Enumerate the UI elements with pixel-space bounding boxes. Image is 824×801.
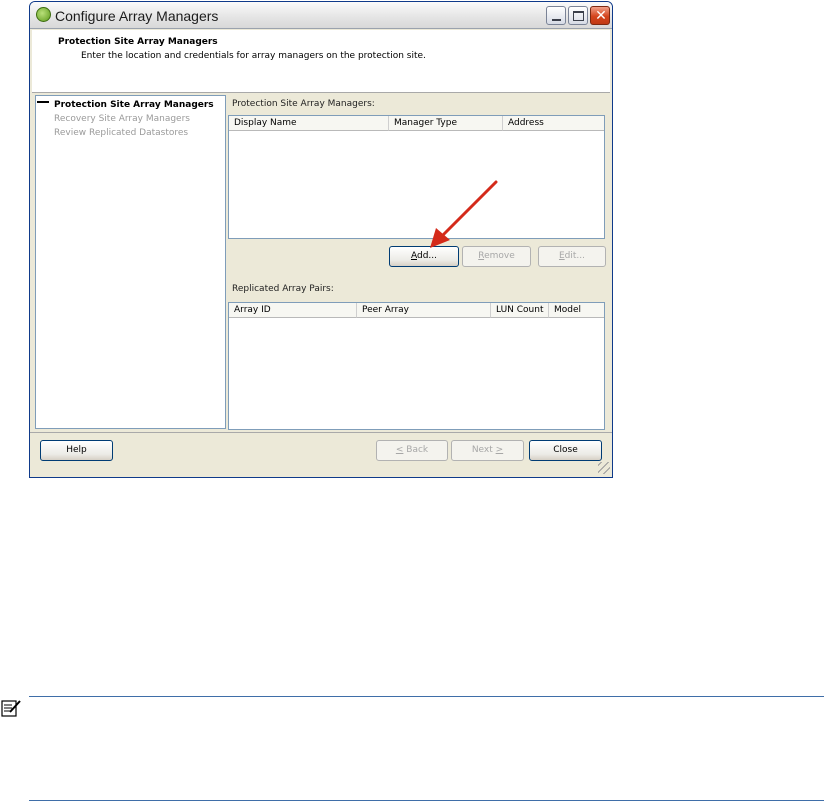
note-rule-top — [29, 696, 824, 697]
maximize-icon — [573, 11, 584, 21]
column-model[interactable]: Model — [549, 303, 604, 318]
resize-grip-icon[interactable] — [598, 462, 610, 474]
next-label: Next — [471, 445, 496, 455]
app-icon — [36, 7, 51, 22]
back-button[interactable]: < Back — [376, 440, 448, 461]
nav-step-protection-site[interactable]: Protection Site Array Managers — [54, 100, 214, 110]
column-manager-type[interactable]: Manager Type — [389, 116, 503, 131]
nav-step-review-datastores[interactable]: Review Replicated Datastores — [54, 128, 188, 138]
arrow-icon — [430, 180, 498, 248]
header-title: Protection Site Array Managers — [58, 37, 218, 47]
header-subtitle: Enter the location and credentials for a… — [81, 51, 426, 61]
managers-listview[interactable]: Display Name Manager Type Address — [228, 115, 605, 239]
close-window-button[interactable]: ✕ — [590, 6, 610, 25]
arrow-shaft — [438, 180, 498, 240]
column-lun-count[interactable]: LUN Count — [491, 303, 549, 318]
next-mnemonic: > — [495, 445, 504, 455]
column-display-name[interactable]: Display Name — [229, 116, 389, 131]
managers-label: Protection Site Array Managers: — [232, 99, 375, 109]
footer-separator — [30, 432, 612, 433]
nav-step-recovery-site[interactable]: Recovery Site Array Managers — [54, 114, 190, 124]
title-bar[interactable]: Configure Array Managers ✕ — [30, 2, 612, 29]
column-peer-array[interactable]: Peer Array — [357, 303, 491, 318]
minimize-button[interactable] — [546, 6, 566, 25]
back-label: Back — [403, 445, 429, 455]
wizard-steps-nav: Protection Site Array Managers Recovery … — [35, 95, 226, 429]
close-icon: ✕ — [595, 8, 607, 24]
note-icon — [1, 700, 21, 717]
edit-button[interactable]: Edit... — [538, 246, 606, 267]
maximize-button[interactable] — [568, 6, 588, 25]
help-button[interactable]: Help — [40, 440, 113, 461]
dialog-window: Configure Array Managers ✕ Protection Si… — [29, 1, 613, 478]
pairs-label: Replicated Array Pairs: — [232, 284, 334, 294]
edit-label: dit... — [564, 251, 585, 261]
next-button[interactable]: Next > — [451, 440, 524, 461]
column-array-id[interactable]: Array ID — [229, 303, 357, 318]
close-button[interactable]: Close — [529, 440, 602, 461]
wizard-header: Protection Site Array Managers Enter the… — [32, 30, 610, 93]
window-title: Configure Array Managers — [55, 8, 219, 24]
active-step-marker — [37, 101, 49, 103]
minimize-icon — [552, 19, 561, 21]
column-address[interactable]: Address — [503, 116, 604, 131]
pairs-listview[interactable]: Array ID Peer Array LUN Count Model — [228, 302, 605, 430]
